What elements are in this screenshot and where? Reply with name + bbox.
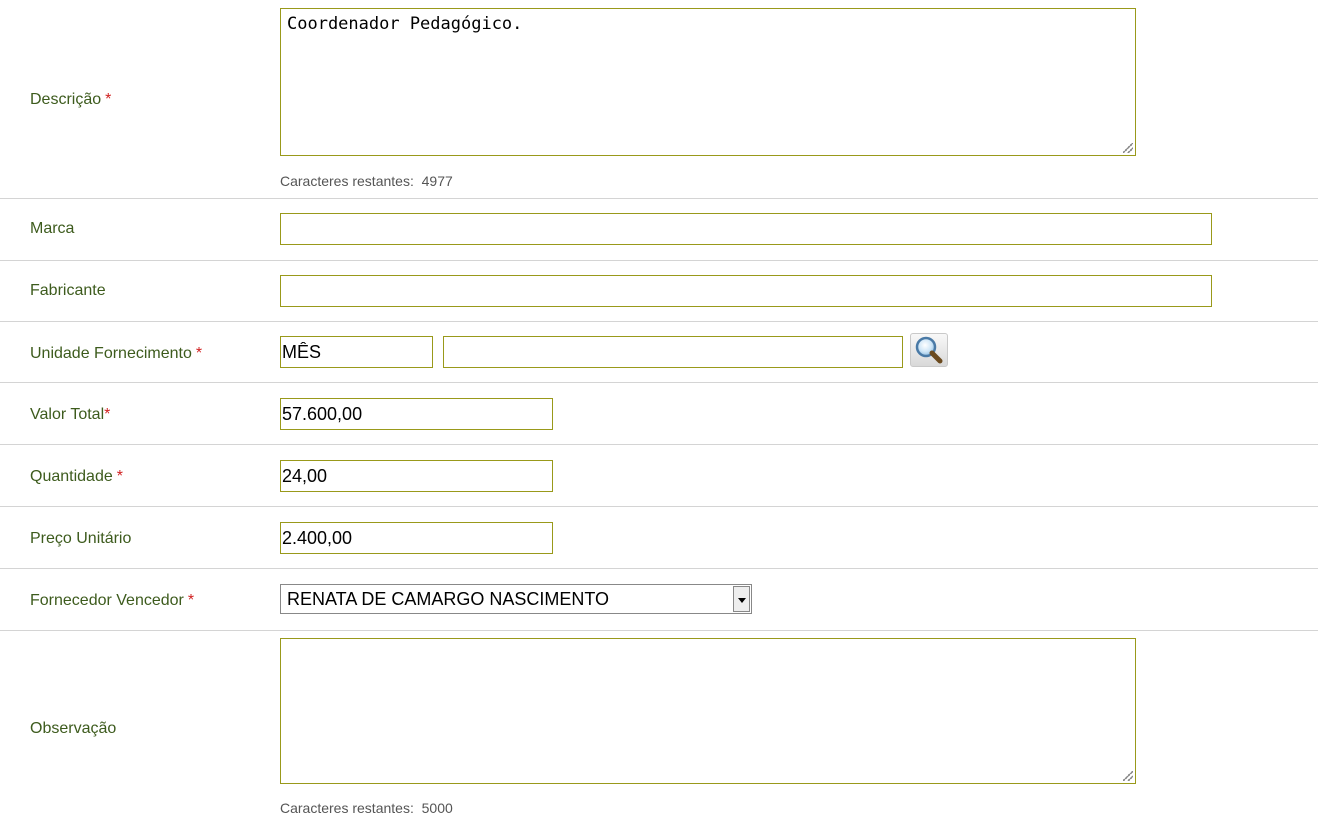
divider <box>0 321 1318 322</box>
divider <box>0 198 1318 199</box>
quantidade-input[interactable] <box>280 460 553 492</box>
divider <box>0 382 1318 383</box>
preco-unitario-label: Preço Unitário <box>30 530 132 547</box>
preco-unitario-input[interactable] <box>280 522 553 554</box>
descricao-label: Descrição * <box>30 91 112 108</box>
divider <box>0 506 1318 507</box>
fornecedor-select[interactable]: RENATA DE CAMARGO NASCIMENTO <box>280 584 752 614</box>
quantidade-label: Quantidade * <box>30 468 123 485</box>
unidade-description-input[interactable] <box>443 336 903 368</box>
resize-grip-icon[interactable] <box>1123 143 1133 153</box>
divider <box>0 260 1318 261</box>
divider <box>0 630 1318 631</box>
unidade-code-input[interactable] <box>280 336 433 368</box>
resize-grip-icon[interactable] <box>1123 771 1133 781</box>
unidade-label: Unidade Fornecimento * <box>30 345 203 362</box>
required-mark: * <box>187 592 195 609</box>
fornecedor-selected-value: RENATA DE CAMARGO NASCIMENTO <box>287 589 610 609</box>
fabricante-input[interactable] <box>280 275 1212 307</box>
required-mark: * <box>104 406 111 423</box>
observacao-remaining-hint: Caracteres restantes: 5000 <box>280 800 453 816</box>
descricao-textarea[interactable]: Coordenador Pedagógico. <box>280 8 1136 156</box>
observacao-label: Observação <box>30 720 117 737</box>
fornecedor-label: Fornecedor Vencedor * <box>30 592 195 609</box>
chevron-down-icon[interactable] <box>733 586 750 612</box>
required-mark: * <box>116 468 123 485</box>
fabricante-label: Fabricante <box>30 282 106 299</box>
divider <box>0 568 1318 569</box>
observacao-textarea[interactable] <box>280 638 1136 784</box>
valor-total-label: Valor Total* <box>30 406 111 423</box>
marca-label: Marca <box>30 220 75 237</box>
valor-total-input[interactable] <box>280 398 553 430</box>
unidade-search-button[interactable] <box>910 333 948 367</box>
descricao-remaining-hint: Caracteres restantes: 4977 <box>280 173 453 189</box>
marca-input[interactable] <box>280 213 1212 245</box>
required-mark: * <box>195 345 203 362</box>
magnifier-icon <box>915 336 943 364</box>
required-mark: * <box>105 91 112 108</box>
divider <box>0 444 1318 445</box>
